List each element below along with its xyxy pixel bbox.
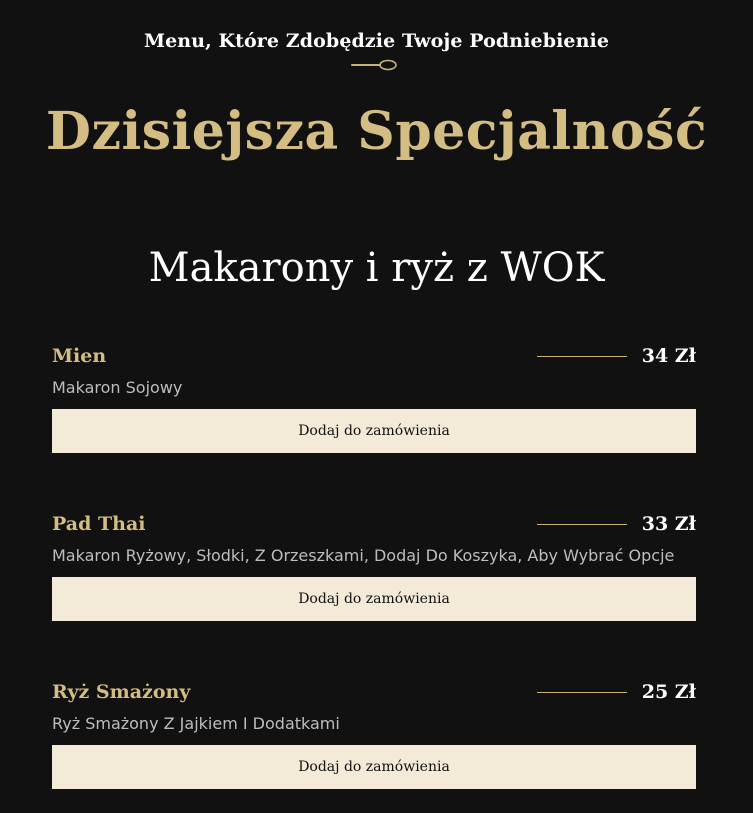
- menu-item: Pad Thai 33 Zł Makaron Ryżowy, Słodki, Z…: [52, 509, 696, 621]
- section-title: Makarony i ryż z WOK: [148, 245, 605, 291]
- page-title: Dzisiejsza Specjalność: [45, 101, 708, 162]
- item-name: Pad Thai: [52, 513, 146, 535]
- menu-item: Ryż Smażony 25 Zł Ryż Smażony Z Jajkiem …: [52, 677, 696, 789]
- add-to-order-button[interactable]: Dodaj do zamówienia: [52, 577, 696, 621]
- price-divider-line: [537, 524, 627, 525]
- item-name: Mien: [52, 345, 107, 367]
- item-description: Makaron Sojowy: [52, 378, 183, 397]
- item-price: 34 Zł: [641, 345, 696, 367]
- add-to-order-button[interactable]: Dodaj do zamówienia: [52, 745, 696, 789]
- item-price: 25 Zł: [641, 681, 696, 703]
- price-divider-line: [537, 692, 627, 693]
- item-price: 33 Zł: [641, 513, 696, 535]
- menu-item: Mien 34 Zł Makaron Sojowy Dodaj do zamów…: [52, 341, 696, 453]
- price-divider-line: [537, 356, 627, 357]
- item-name: Ryż Smażony: [52, 681, 191, 703]
- item-description: Ryż Smażony Z Jajkiem I Dodatkami: [52, 714, 340, 733]
- spoon-icon: [351, 59, 397, 71]
- add-to-order-button[interactable]: Dodaj do zamówienia: [52, 409, 696, 453]
- page-tagline: Menu, Które Zdobędzie Twoje Podniebienie: [143, 30, 610, 52]
- item-description: Makaron Ryżowy, Słodki, Z Orzeszkami, Do…: [52, 546, 675, 565]
